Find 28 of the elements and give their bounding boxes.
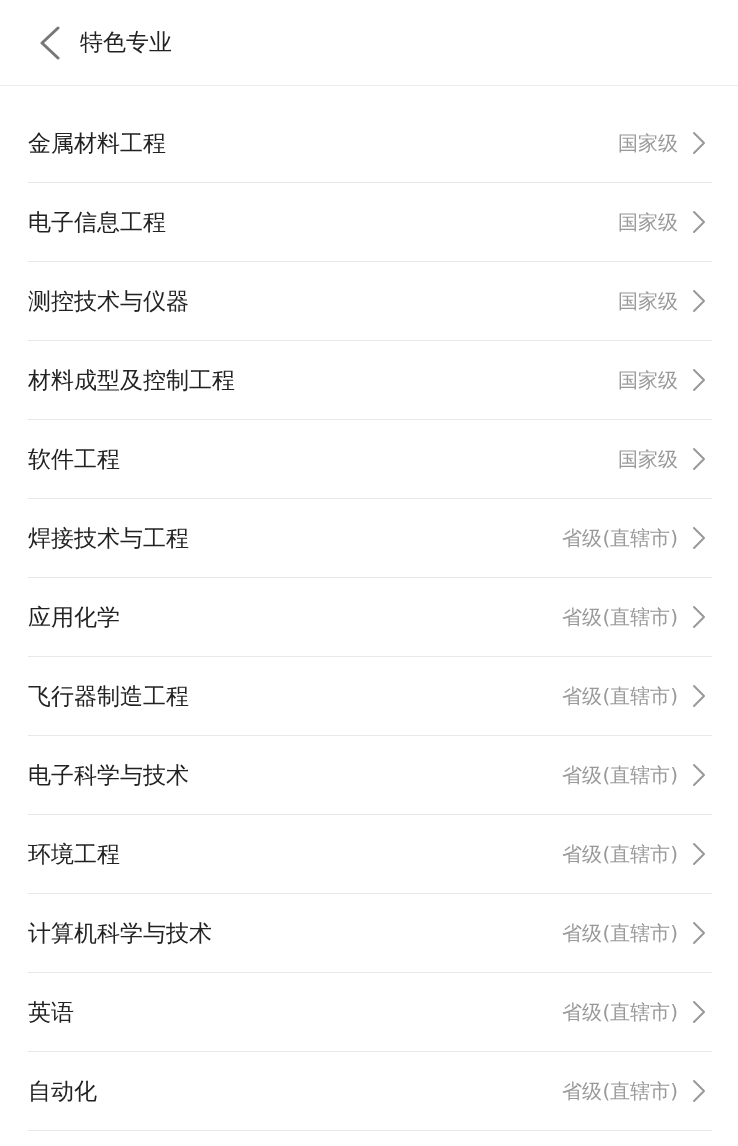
major-list-item[interactable]: 飞行器制造工程 省级(直辖市)	[28, 657, 712, 736]
back-icon[interactable]	[38, 25, 62, 60]
page-title: 特色专业	[80, 28, 172, 57]
chevron-right-icon	[692, 1079, 706, 1103]
chevron-right-icon	[692, 921, 706, 945]
chevron-right-icon	[692, 210, 706, 234]
major-list-item[interactable]: 电子科学与技术 省级(直辖市)	[28, 736, 712, 815]
major-list-item[interactable]: 材料成型及控制工程 国家级	[28, 341, 712, 420]
chevron-right-icon	[692, 1000, 706, 1024]
chevron-right-icon	[692, 368, 706, 392]
chevron-right-icon	[692, 447, 706, 471]
chevron-right-icon	[692, 526, 706, 550]
major-list-item[interactable]: 测控技术与仪器 国家级	[28, 262, 712, 341]
major-list-item[interactable]: 自动化 省级(直辖市)	[28, 1052, 712, 1131]
major-list-item[interactable]: 英语 省级(直辖市)	[28, 973, 712, 1052]
major-list-item[interactable]: 金属材料工程 国家级	[28, 104, 712, 183]
major-list-item[interactable]: 应用化学 省级(直辖市)	[28, 578, 712, 657]
major-list-item[interactable]: 环境工程 省级(直辖市)	[28, 815, 712, 894]
major-list-item[interactable]: 焊接技术与工程 省级(直辖市)	[28, 499, 712, 578]
chevron-right-icon	[692, 684, 706, 708]
chevron-right-icon	[692, 131, 706, 155]
major-list-item[interactable]: 计算机科学与技术 省级(直辖市)	[28, 894, 712, 973]
major-list-item[interactable]: 电子信息工程 国家级	[28, 183, 712, 262]
major-list-item[interactable]: 软件工程 国家级	[28, 420, 712, 499]
chevron-right-icon	[692, 763, 706, 787]
chevron-right-icon	[692, 289, 706, 313]
chevron-right-icon	[692, 842, 706, 866]
chevron-right-icon	[692, 605, 706, 629]
